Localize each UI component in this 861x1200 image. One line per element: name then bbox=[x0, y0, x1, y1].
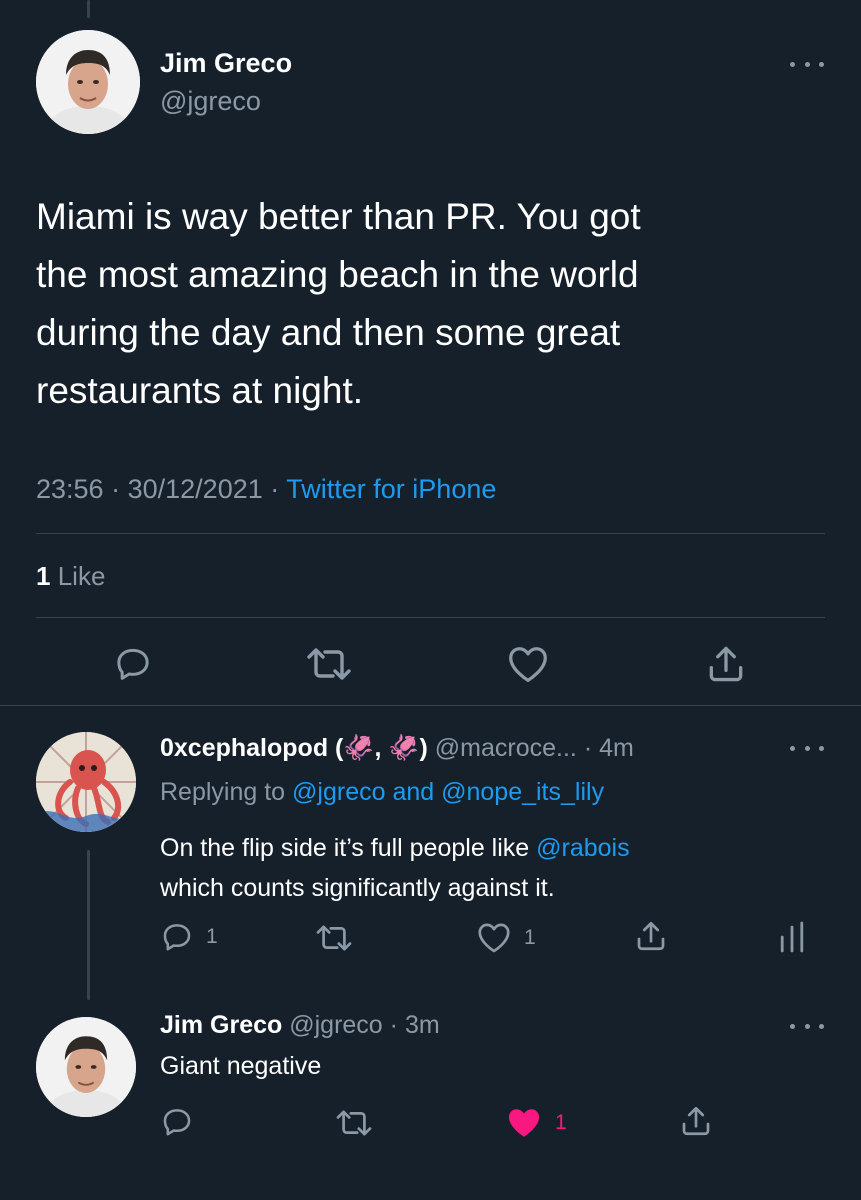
like-icon bbox=[478, 923, 510, 953]
share-icon bbox=[637, 921, 665, 951]
reply-2-author-name[interactable]: Jim Greco bbox=[160, 1011, 282, 1039]
like-count: 1 bbox=[524, 925, 536, 949]
replying-to-users[interactable]: @jgreco and @nope_its_lily bbox=[292, 778, 604, 806]
tweet-text-line: during the day and then some great bbox=[36, 312, 621, 353]
reply-button[interactable] bbox=[112, 644, 154, 684]
more-icon[interactable] bbox=[790, 741, 824, 755]
tweet-time[interactable]: 23:56 bbox=[36, 474, 104, 504]
reply-1-text-before: On the flip side it’s full people like bbox=[160, 834, 537, 862]
more-icon[interactable] bbox=[790, 1019, 824, 1033]
likes-summary[interactable]: 1 Like bbox=[36, 561, 105, 592]
more-icon[interactable] bbox=[790, 57, 824, 71]
share-icon bbox=[709, 646, 743, 682]
reply-icon bbox=[163, 1109, 191, 1136]
tweet-text-line: restaurants at night. bbox=[36, 370, 364, 411]
like-count: 1 bbox=[555, 1110, 567, 1134]
retweet-button[interactable] bbox=[333, 1107, 375, 1139]
tweet-metadata: 23:56 · 30/12/2021 · Twitter for iPhone bbox=[36, 474, 496, 505]
like-icon-filled bbox=[508, 1109, 540, 1137]
share-icon bbox=[682, 1106, 710, 1136]
replying-to-prefix: Replying to bbox=[160, 778, 286, 806]
reply-1-time[interactable]: · 4m bbox=[584, 734, 634, 762]
reply-1-author-name[interactable]: 0xcephalopod (🦑, 🦑) bbox=[160, 734, 428, 762]
like-icon bbox=[509, 647, 547, 682]
meta-separator: · bbox=[270, 474, 280, 504]
avatar-image bbox=[36, 1017, 136, 1117]
avatar-jim-greco[interactable] bbox=[36, 1017, 136, 1117]
reply-2-text: Giant negative bbox=[160, 1052, 322, 1080]
tweet-text-line: Miami is way better than PR. You got bbox=[36, 196, 641, 237]
analytics-button[interactable] bbox=[778, 920, 806, 954]
reply-1-text: On the flip side it’s full people like @… bbox=[160, 828, 630, 908]
reply-2-time[interactable]: · 3m bbox=[390, 1011, 440, 1039]
reply-1-header: 0xcephalopod (🦑, 🦑) @macroce... · 4m bbox=[160, 734, 634, 763]
tweet-source[interactable]: Twitter for iPhone bbox=[286, 474, 496, 504]
main-author-handle[interactable]: @jgreco bbox=[160, 86, 261, 117]
likes-label: Like bbox=[57, 561, 106, 591]
mention-rabois[interactable]: @rabois bbox=[536, 834, 629, 862]
reply-2-header: Jim Greco @jgreco · 3m bbox=[160, 1011, 440, 1040]
thread-line-top bbox=[87, 0, 90, 18]
share-button[interactable] bbox=[704, 642, 748, 686]
like-button[interactable]: 1 bbox=[505, 1105, 567, 1140]
analytics-icon bbox=[780, 921, 804, 953]
main-tweet-text: Miami is way better than PR. You got the… bbox=[36, 188, 641, 420]
avatar-image bbox=[36, 732, 136, 832]
reply-1-text-line: On the flip side it’s full people like @… bbox=[160, 828, 630, 868]
reply-1-replying-to: Replying to @jgreco and @nope_its_lily bbox=[160, 778, 604, 807]
reply-1-author-handle[interactable]: @macroce... bbox=[435, 734, 577, 762]
share-button[interactable] bbox=[678, 1103, 714, 1139]
reply-icon bbox=[163, 924, 191, 951]
avatar-0xcephalopod[interactable] bbox=[36, 732, 136, 832]
avatar-jim-greco[interactable] bbox=[36, 30, 140, 134]
retweet-icon bbox=[336, 1110, 372, 1136]
share-button[interactable] bbox=[633, 918, 669, 954]
retweet-button[interactable] bbox=[303, 644, 355, 684]
reply-2-author-handle[interactable]: @jgreco bbox=[289, 1011, 382, 1039]
divider bbox=[0, 705, 861, 706]
like-button[interactable]: 1 bbox=[476, 921, 536, 954]
tweet-text-line: the most amazing beach in the world bbox=[36, 254, 639, 295]
retweet-button[interactable] bbox=[313, 922, 355, 954]
reply-icon bbox=[117, 648, 149, 680]
avatar-image bbox=[36, 30, 140, 134]
likes-count: 1 bbox=[36, 561, 51, 591]
divider bbox=[36, 617, 825, 618]
reply-count: 1 bbox=[206, 925, 218, 948]
retweet-icon bbox=[307, 648, 351, 680]
meta-separator: · bbox=[111, 474, 121, 504]
retweet-icon bbox=[316, 925, 352, 951]
tweet-date[interactable]: 30/12/2021 bbox=[128, 474, 263, 504]
thread-line bbox=[87, 850, 90, 1000]
like-button[interactable] bbox=[506, 644, 550, 684]
divider bbox=[36, 533, 825, 534]
reply-button[interactable]: 1 bbox=[160, 920, 218, 954]
reply-1-text-line: which counts significantly against it. bbox=[160, 874, 555, 902]
reply-button[interactable] bbox=[160, 1105, 194, 1139]
main-author-name[interactable]: Jim Greco bbox=[160, 48, 292, 79]
